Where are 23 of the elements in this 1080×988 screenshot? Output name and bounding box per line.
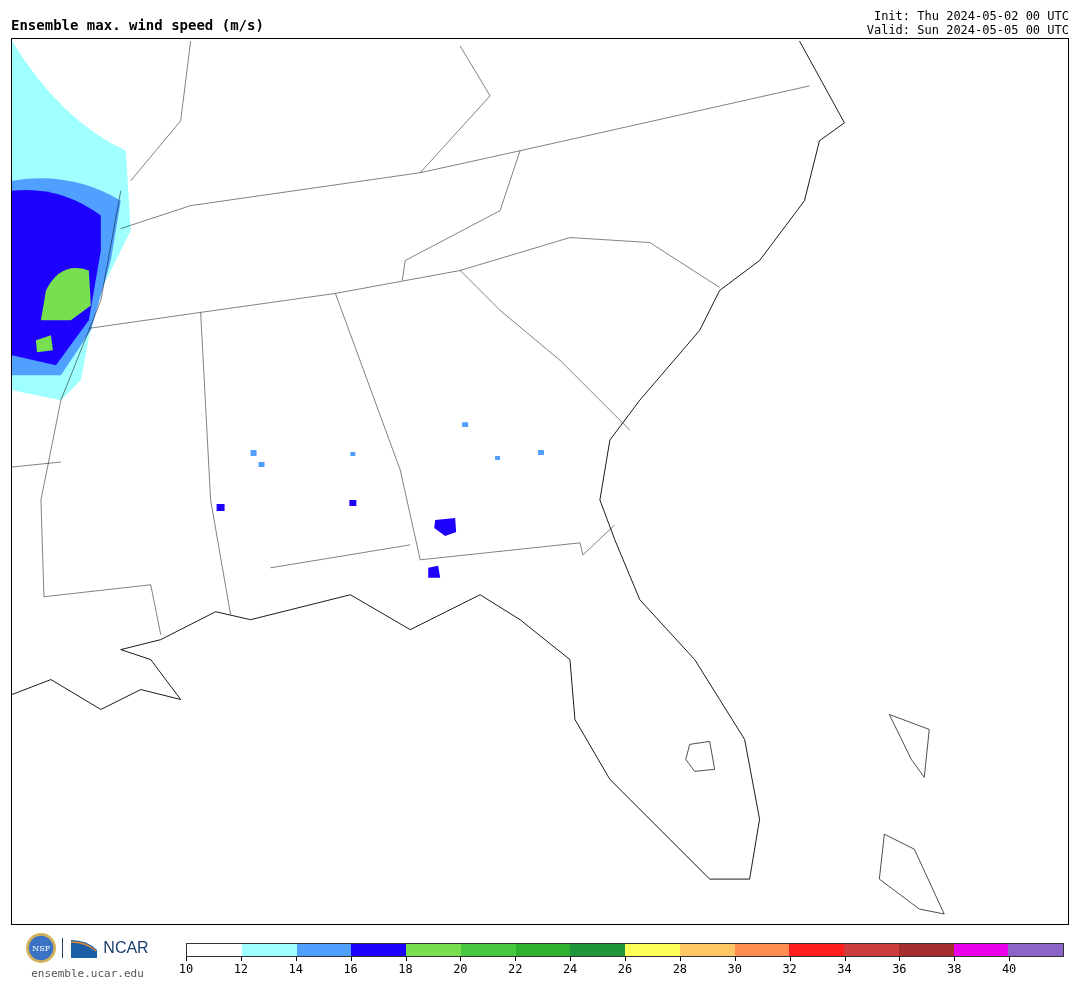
tick-label: 24 [562,962,578,976]
tick-label: 38 [947,962,962,976]
tick-label: 36 [892,962,907,976]
tick-label: 22 [508,962,523,976]
swoosh-icon [62,938,98,958]
tick-label: 18 [398,962,413,976]
tick-label: 40 [1001,962,1017,976]
valid-time: Valid: Sun 2024-05-05 00 UTC [866,23,1069,37]
tick-label: 14 [288,962,303,976]
tick-label: 34 [837,962,852,976]
tick-label: 32 [782,962,797,976]
tick-label: 12 [233,962,249,976]
tick-label: 16 [343,962,358,976]
tick-label: 20 [453,962,468,976]
ncar-logo-text: NCAR [103,939,149,957]
site-url: ensemble.ucar.edu [31,967,144,980]
init-time: Init: Thu 2024-05-02 00 UTC [873,9,1069,23]
tick-label: 10 [178,962,194,976]
nsf-seal-logo: NSF [26,933,57,963]
map-title: Ensemble max. wind speed (m/s) [11,17,264,35]
tick-label: 30 [727,962,742,976]
tick-label: 26 [617,962,633,976]
tick-label: 28 [672,962,688,976]
